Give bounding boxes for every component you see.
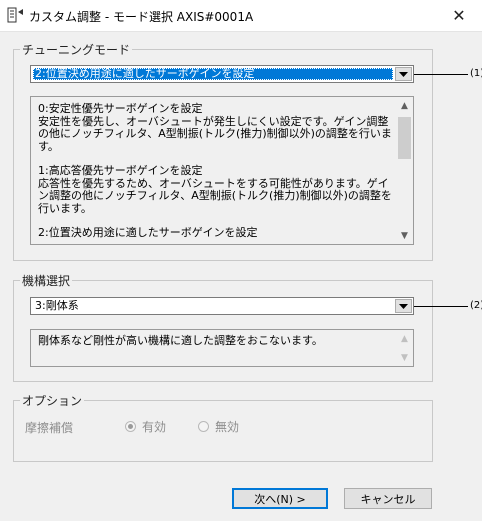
cancel-button[interactable]: キャンセル	[344, 488, 432, 509]
mode-option-title: 1:高応答優先サーボゲインを設定	[38, 164, 203, 177]
radio-checked-icon	[125, 421, 136, 432]
mechanism-dropdown-button[interactable]	[395, 299, 412, 313]
scroll-down-icon[interactable]: ▼	[396, 227, 413, 244]
mode-option-title: 0:安定性優先サーボゲインを設定	[38, 102, 203, 115]
close-icon: ✕	[452, 6, 466, 25]
mode-option-line: の他にノッチフィルタ、A型制振(トルク(推力)制御以外)の調整を行いま	[38, 127, 392, 140]
friction-compensation-label: 摩擦補償	[25, 421, 74, 435]
friction-disabled-label: 無効	[215, 420, 240, 434]
chevron-down-icon	[399, 71, 408, 77]
mechanism-legend: 機構選択	[22, 274, 71, 288]
friction-enabled-label: 有効	[142, 420, 167, 434]
next-button-label: 次へ(N) >	[254, 492, 306, 506]
next-button[interactable]: 次へ(N) >	[232, 488, 328, 509]
mode-option-title: 2:位置決め用途に適したサーボゲインを設定	[38, 226, 258, 239]
friction-disabled-radio[interactable]: 無効	[198, 418, 239, 435]
tuning-mode-description: 0:安定性優先サーボゲインを設定 安定性を優先し、オーバシュートが発生しにくい設…	[30, 96, 414, 245]
radio-unchecked-icon	[198, 421, 209, 432]
title-bar: カスタム調整 - モード選択 AXIS#0001A ✕	[0, 0, 482, 32]
app-icon	[7, 7, 23, 23]
close-button[interactable]: ✕	[436, 0, 482, 31]
mode-option-0: 0:安定性優先サーボゲインを設定 安定性を優先し、オーバシュートが発生しにくい設…	[38, 102, 393, 153]
scroll-up-icon[interactable]: ▲	[396, 97, 413, 114]
callout-line-2	[414, 306, 468, 307]
tuning-mode-description-text: 0:安定性優先サーボゲインを設定 安定性を優先し、オーバシュートが発生しにくい設…	[38, 102, 393, 244]
description-scrollbar[interactable]: ▲ ▼	[396, 97, 413, 244]
scroll-up-icon: ▲	[401, 333, 408, 344]
callout-label-2: (2)	[470, 300, 482, 311]
friction-enabled-radio[interactable]: 有効	[125, 418, 166, 435]
mechanism-selected: 3:剛体系	[35, 300, 79, 312]
mechanism-description: 剛体系など剛性が高い機構に適した調整をおこないます。 ▲ ▼	[30, 329, 414, 367]
window-title: カスタム調整 - モード選択 AXIS#0001A	[29, 10, 254, 24]
tuning-mode-select[interactable]: 2:位置決め用途に適したサーボゲインを設定	[30, 65, 414, 83]
mode-option-line: す。	[38, 139, 59, 153]
callout-label-1: (1)	[470, 68, 482, 79]
tuning-mode-legend: チューニングモード	[22, 43, 131, 57]
scroll-thumb[interactable]	[398, 117, 411, 159]
mode-option-line: ン調整の他にノッチフィルタ、A型制振(トルク(推力)制御以外)の調整を	[38, 189, 392, 202]
chevron-down-icon	[399, 303, 408, 309]
callout-line-1	[414, 74, 468, 75]
tuning-mode-selected: 2:位置決め用途に適したサーボゲインを設定	[33, 68, 393, 80]
cancel-button-label: キャンセル	[360, 492, 416, 506]
mode-option-1: 1:高応答優先サーボゲインを設定 応答性を優先するため、オーバシュートをする可能…	[38, 164, 393, 215]
mode-option-line: 行います。	[38, 201, 92, 215]
scroll-down-icon: ▼	[401, 352, 408, 363]
tuning-mode-dropdown-button[interactable]	[395, 67, 412, 81]
options-legend: オプション	[22, 394, 83, 408]
mechanism-scrollbar: ▲ ▼	[396, 330, 413, 366]
mechanism-select[interactable]: 3:剛体系	[30, 297, 414, 315]
mode-option-2: 2:位置決め用途に適したサーボゲインを設定	[38, 226, 393, 240]
mechanism-description-text: 剛体系など剛性が高い機構に適した調整をおこないます。	[38, 334, 323, 347]
